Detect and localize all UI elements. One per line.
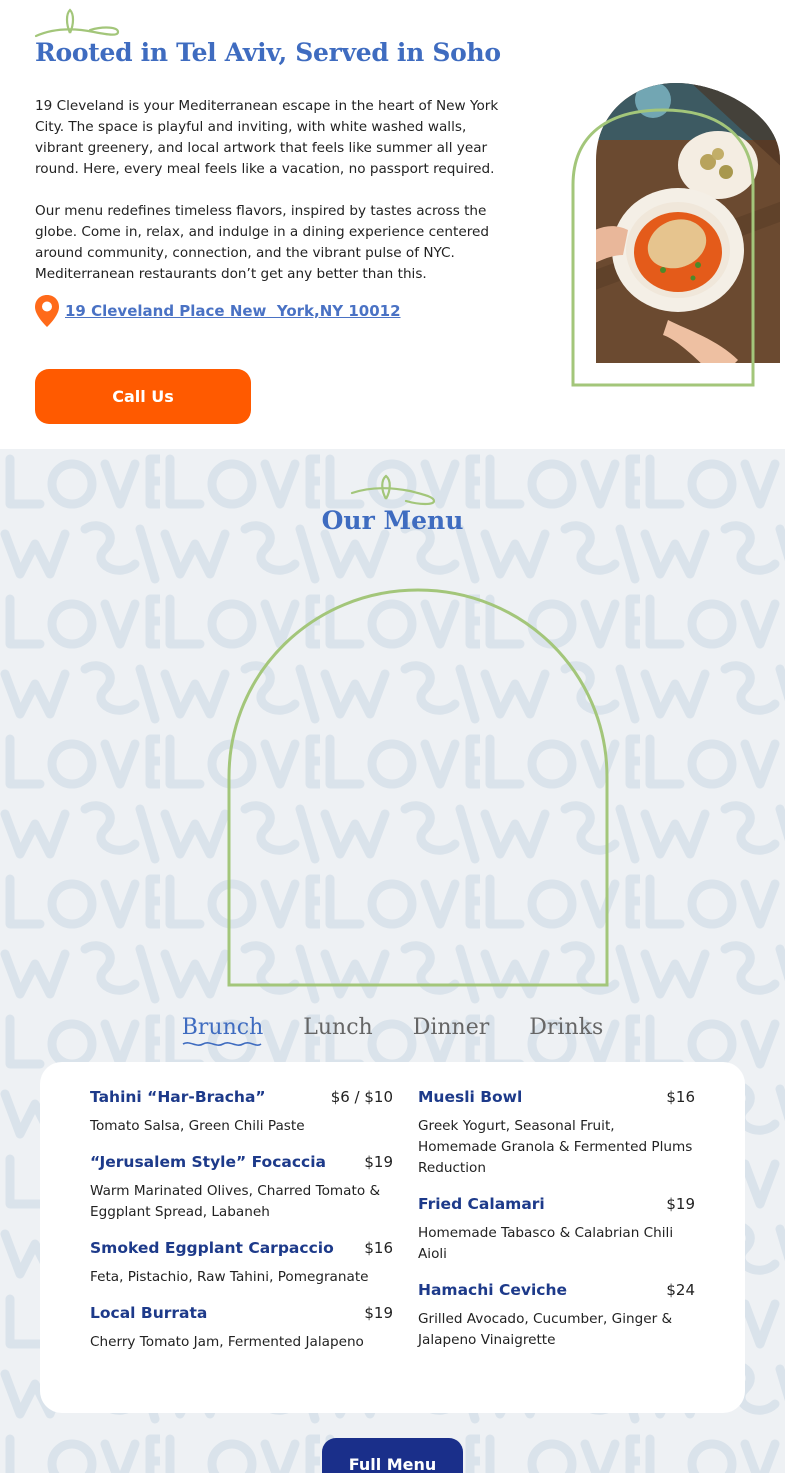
- menu-item-price: $19: [666, 1195, 695, 1213]
- menu-column-left: Tahini “Har-Bracha” $6 / $10 Tomato Sals…: [90, 1088, 393, 1369]
- tab-lunch[interactable]: Lunch: [303, 1015, 372, 1048]
- menu-item-name: Smoked Eggplant Carpaccio: [90, 1239, 334, 1257]
- menu-item-description: Tomato Salsa, Green Chili Paste: [90, 1118, 305, 1134]
- menu-item: Hamachi Ceviche $24 Grilled Avocado, Cuc…: [418, 1281, 695, 1351]
- full-menu-button[interactable]: Full Menu: [322, 1438, 463, 1473]
- menu-section: Our Menu Brunch Lunch Dinner Drinks Tahi…: [0, 449, 785, 1473]
- menu-item-description: Warm Marinated Olives, Charred Tomato & …: [90, 1183, 381, 1220]
- about-paragraph-2: Our menu redefines timeless flavors, ins…: [35, 203, 490, 282]
- menu-item-name: Tahini “Har-Bracha”: [90, 1088, 266, 1106]
- location-pin-icon: [35, 295, 59, 327]
- menu-item-price: $19: [364, 1153, 393, 1171]
- sprig-icon: [34, 8, 120, 38]
- tab-brunch-label: Brunch: [181, 1015, 264, 1040]
- about-section: Rooted in Tel Aviv, Served in Soho 19 Cl…: [0, 0, 785, 449]
- tab-drinks[interactable]: Drinks: [529, 1015, 603, 1048]
- menu-item-name: “Jerusalem Style” Focaccia: [90, 1153, 326, 1171]
- address-row: 19 Cleveland Place New York,NY 10012: [35, 295, 401, 327]
- menu-item-price: $16: [364, 1239, 393, 1257]
- menu-item-name: Muesli Bowl: [418, 1088, 523, 1106]
- call-us-button[interactable]: Call Us: [35, 369, 251, 424]
- menu-item-price: $16: [666, 1088, 695, 1106]
- menu-item: Local Burrata $19 Cherry Tomato Jam, Fer…: [90, 1304, 393, 1353]
- about-paragraph-1: 19 Cleveland is your Mediterranean escap…: [35, 98, 499, 177]
- address-link[interactable]: 19 Cleveland Place New York,NY 10012: [65, 302, 401, 320]
- menu-title: Our Menu: [321, 506, 464, 535]
- menu-item: Fried Calamari $19 Homemade Tabasco & Ca…: [418, 1195, 695, 1265]
- menu-item-description: Greek Yogurt, Seasonal Fruit, Homemade G…: [418, 1118, 693, 1176]
- menu-item-name: Hamachi Ceviche: [418, 1281, 568, 1299]
- menu-item-name: Local Burrata: [90, 1304, 208, 1322]
- food-photo: [571, 83, 780, 387]
- menu-tabs: Brunch Lunch Dinner Drinks: [0, 1015, 785, 1048]
- tab-dinner[interactable]: Dinner: [413, 1015, 490, 1048]
- tab-brunch[interactable]: Brunch: [181, 1015, 264, 1048]
- menu-arch-frame: [227, 588, 609, 987]
- menu-column-right: Muesli Bowl $16 Greek Yogurt, Seasonal F…: [418, 1088, 695, 1367]
- menu-item: Smoked Eggplant Carpaccio $16 Feta, Pist…: [90, 1239, 393, 1288]
- menu-item: Muesli Bowl $16 Greek Yogurt, Seasonal F…: [418, 1088, 695, 1179]
- about-title: Rooted in Tel Aviv, Served in Soho: [35, 38, 501, 67]
- menu-item-price: $6 / $10: [330, 1088, 393, 1106]
- menu-item-name: Fried Calamari: [418, 1195, 545, 1213]
- menu-item-description: Cherry Tomato Jam, Fermented Jalapeno: [90, 1334, 364, 1350]
- menu-item-description: Feta, Pistachio, Raw Tahini, Pomegranate: [90, 1269, 369, 1285]
- menu-item: Tahini “Har-Bracha” $6 / $10 Tomato Sals…: [90, 1088, 393, 1137]
- squiggle-underline-icon: [182, 1042, 262, 1046]
- menu-item-description: Grilled Avocado, Cucumber, Ginger & Jala…: [418, 1311, 673, 1348]
- menu-item-price: $19: [364, 1304, 393, 1322]
- menu-card: Tahini “Har-Bracha” $6 / $10 Tomato Sals…: [40, 1062, 745, 1413]
- menu-item-description: Homemade Tabasco & Calabrian Chili Aioli: [418, 1225, 674, 1262]
- sprig-icon: [350, 474, 436, 506]
- menu-item: “Jerusalem Style” Focaccia $19 Warm Mari…: [90, 1153, 393, 1223]
- menu-item-price: $24: [666, 1281, 695, 1299]
